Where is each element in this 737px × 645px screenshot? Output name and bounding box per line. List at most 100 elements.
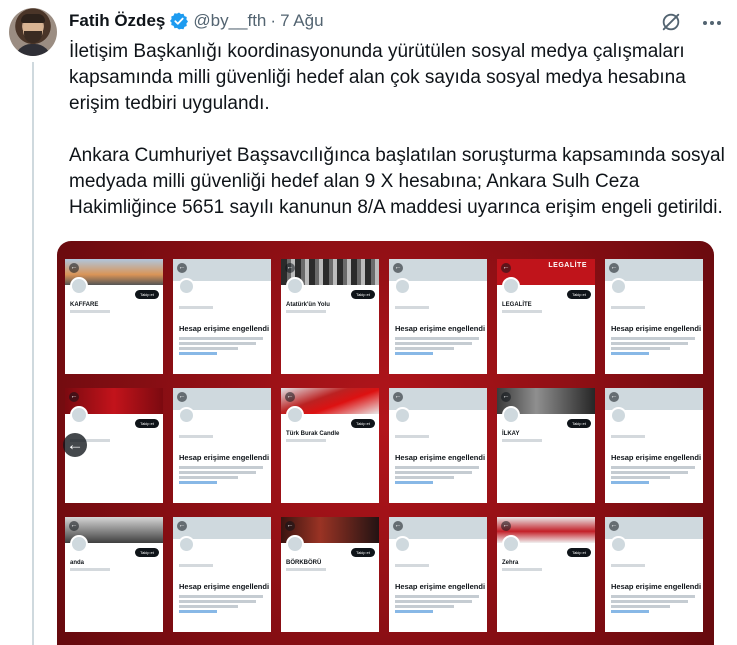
follow-button: Takip et: [351, 419, 375, 428]
back-arrow-icon: ←: [69, 392, 79, 402]
back-arrow-icon: ←: [285, 392, 295, 402]
account-handle-line: [70, 310, 110, 313]
profile-card: ← Takip et Türk Burak Candle: [281, 388, 379, 503]
account-name: KAFFARE: [70, 302, 99, 308]
account-handle-line: [502, 568, 542, 571]
account-handle-line: [611, 564, 645, 567]
profile-picture: [610, 278, 627, 295]
profile-picture: [610, 536, 627, 553]
blocked-account-card: ← Hesap erişime engellendi: [389, 517, 487, 632]
profile-picture: [394, 278, 411, 295]
banner-text: LEGALİTE: [548, 262, 587, 269]
account-name: Atatürk'ün Yolu: [286, 302, 330, 308]
profile-picture: [70, 406, 88, 424]
back-arrow-icon[interactable]: ←: [63, 433, 87, 457]
profile-picture: [502, 535, 520, 553]
account-handle-line: [286, 568, 326, 571]
back-arrow-icon: ←: [69, 521, 79, 531]
account-handle-line: [70, 568, 110, 571]
profile-card: ← Takip et İLKAY: [497, 388, 595, 503]
account-name: LEGALİTE: [502, 302, 532, 308]
blocked-title: Hesap erişime engellendi: [611, 453, 702, 462]
screenshot-collage: ← Takip et KAFFARE ← Hesap erişime engellend…: [65, 259, 706, 643]
follow-button: Takip et: [567, 290, 591, 299]
tweet[interactable]: Fatih Özdeş @by__fth · 7 Ağu İletişim Ba…: [0, 0, 737, 645]
profile-picture: [502, 277, 520, 295]
separator-dot: ·: [270, 11, 277, 30]
back-arrow-icon: ←: [609, 263, 619, 273]
account-name: Zehra: [502, 560, 519, 566]
blocked-description: [611, 466, 695, 486]
blocked-account-card: ← Hesap erişime engellendi: [389, 388, 487, 503]
profile-card: LEGALİTE ← Takip et LEGALİTE: [497, 259, 595, 374]
back-arrow-icon: ←: [609, 392, 619, 402]
blocked-account-card: ← Hesap erişime engellendi: [605, 388, 703, 503]
back-arrow-icon: ←: [393, 392, 403, 402]
follow-button: Takip et: [135, 419, 159, 428]
blocked-title: Hesap erişime engellendi: [611, 582, 702, 591]
account-name: İLKAY: [502, 431, 520, 437]
tweet-date[interactable]: 7 Ağu: [280, 11, 324, 31]
tweet-paragraph: İletişim Başkanlığı koordinasyonunda yür…: [69, 41, 686, 114]
profile-picture: [178, 536, 195, 553]
grok-icon[interactable]: [660, 11, 682, 33]
blocked-title: Hesap erişime engellendi: [179, 453, 270, 462]
back-arrow-icon: ←: [393, 263, 403, 273]
profile-picture: [394, 536, 411, 553]
blocked-account-card: ← Hesap erişime engellendi: [605, 259, 703, 374]
blocked-account-card: ← Hesap erişime engellendi: [605, 517, 703, 632]
profile-picture: [178, 278, 195, 295]
account-handle-line: [179, 306, 213, 309]
profile-card: ← Takip et anda: [65, 517, 163, 632]
tweet-text: İletişim Başkanlığı koordinasyonunda yür…: [69, 39, 729, 247]
tweet-media-image[interactable]: ← Takip et KAFFARE ← Hesap erişime engellend…: [57, 241, 714, 645]
account-handle-line: [611, 306, 645, 309]
account-handle-line: [286, 439, 326, 442]
account-handle-line: [502, 439, 542, 442]
follow-button: Takip et: [351, 290, 375, 299]
profile-picture: [286, 535, 304, 553]
back-arrow-icon: ←: [501, 392, 511, 402]
blocked-title: Hesap erişime engellendi: [395, 324, 486, 333]
account-handle-line: [179, 564, 213, 567]
blocked-description: [395, 337, 479, 357]
account-handle-line: [179, 435, 213, 438]
profile-picture: [70, 535, 88, 553]
account-name: anda: [70, 560, 85, 566]
account-handle-line: [395, 564, 429, 567]
author-avatar[interactable]: [9, 8, 57, 56]
blocked-description: [611, 595, 695, 615]
follow-button: Takip et: [135, 548, 159, 557]
blocked-title: Hesap erişime engellendi: [179, 324, 270, 333]
profile-card: ← Takip et Zehra: [497, 517, 595, 632]
account-handle-line: [502, 310, 542, 313]
follow-button: Takip et: [351, 548, 375, 557]
tweet-header: Fatih Özdeş @by__fth · 7 Ağu: [69, 10, 324, 32]
author-name[interactable]: Fatih Özdeş: [69, 11, 165, 31]
back-arrow-icon: ←: [501, 263, 511, 273]
thread-line: [32, 62, 34, 645]
blocked-title: Hesap erişime engellendi: [395, 582, 486, 591]
blocked-title: Hesap erişime engellendi: [395, 453, 486, 462]
profile-picture: [394, 407, 411, 424]
blocked-description: [179, 466, 263, 486]
profile-picture: [286, 406, 304, 424]
blocked-account-card: ← Hesap erişime engellendi: [173, 388, 271, 503]
blocked-title: Hesap erişime engellendi: [611, 324, 702, 333]
profile-picture: [502, 406, 520, 424]
account-name: BÖRKBÖRÜ: [286, 560, 322, 566]
more-icon[interactable]: [701, 12, 723, 34]
blocked-description: [395, 595, 479, 615]
profile-picture: [286, 277, 304, 295]
account-handle-line: [395, 306, 429, 309]
profile-card: ← Takip et Atatürk'ün Yolu: [281, 259, 379, 374]
back-arrow-icon: ←: [393, 521, 403, 531]
profile-card: ← Takip et BÖRKBÖRÜ: [281, 517, 379, 632]
tweet-paragraph: Ankara Cumhuriyet Başsavcılığınca başlat…: [69, 145, 725, 218]
author-handle[interactable]: @by__fth: [193, 11, 266, 31]
back-arrow-icon: ←: [285, 521, 295, 531]
follow-button: Takip et: [135, 290, 159, 299]
profile-picture: [178, 407, 195, 424]
back-arrow-icon: ←: [285, 263, 295, 273]
back-arrow-icon: ←: [177, 521, 187, 531]
